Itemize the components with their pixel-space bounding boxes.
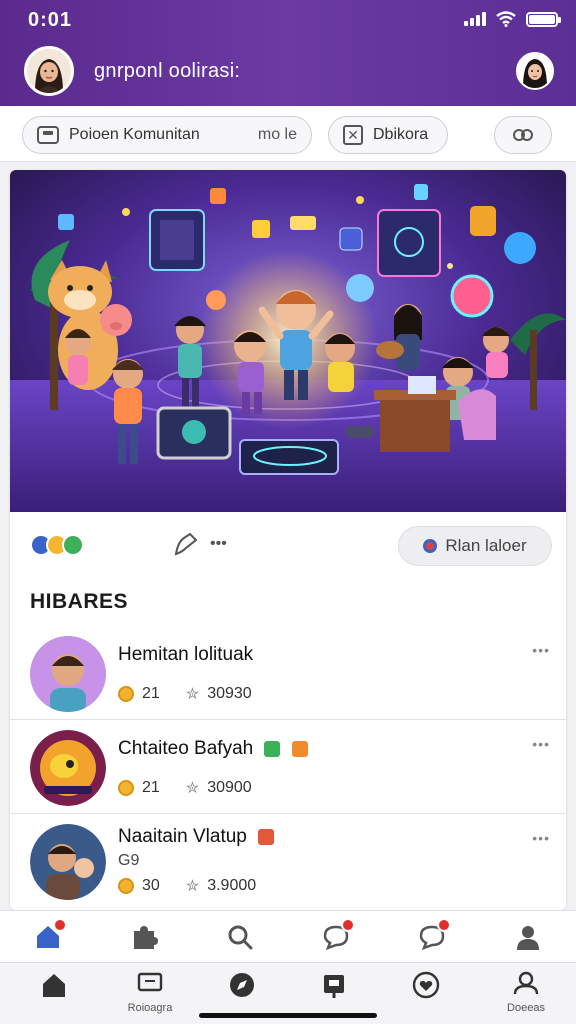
- person-icon: [513, 971, 539, 995]
- dock-program-label: Roioagra: [127, 1002, 173, 1014]
- item-title: Naaitain Vlatup: [118, 826, 275, 848]
- wifi-icon: [496, 11, 516, 27]
- signal-icon: [464, 12, 486, 26]
- battery-icon: [526, 11, 561, 27]
- dock-favorites[interactable]: [386, 971, 466, 1006]
- coin-icon: [118, 686, 134, 702]
- category-chip[interactable]: ✕ Dbikora: [328, 116, 448, 154]
- home-indicator[interactable]: [199, 1013, 377, 1018]
- share-dots: •••: [210, 535, 227, 552]
- more-icon[interactable]: •••: [532, 736, 550, 752]
- item-title: Hemitan lolituak: [118, 644, 254, 665]
- item-title-text: Chtaiteo Bafyah: [118, 738, 254, 759]
- join-button[interactable]: Rlan laloer: [398, 526, 552, 566]
- page-title: gnrponl oolirasi:: [94, 60, 241, 82]
- reaction-summary[interactable]: [30, 534, 84, 556]
- section-title: HIBARES: [30, 590, 129, 613]
- list-item[interactable]: Hemitan lolituak 21 ✮ 30930 •••: [10, 626, 566, 720]
- tab-messages[interactable]: [415, 917, 451, 954]
- item-avatar: [30, 636, 106, 712]
- dock-home[interactable]: [14, 971, 94, 1006]
- dock-program[interactable]: Roioagra: [110, 971, 190, 1014]
- person-icon: [517, 925, 539, 950]
- status-icons: [464, 11, 561, 27]
- secondary-avatar[interactable]: [516, 52, 554, 90]
- profile-avatar[interactable]: [24, 46, 74, 96]
- red-tag-icon: [258, 828, 275, 845]
- home-badge: [53, 917, 67, 932]
- item-subtitle: G9: [118, 852, 140, 869]
- tab-home[interactable]: [31, 917, 67, 954]
- record-icon: [423, 539, 438, 553]
- orange-tag-icon: [291, 740, 308, 757]
- item-stats: 30 ✮ 3.9000: [118, 876, 256, 896]
- puzzle-icon: [134, 925, 158, 949]
- share-action[interactable]: •••: [172, 530, 227, 558]
- green-tag-icon: [264, 740, 281, 757]
- dock-profile[interactable]: Doeeas: [486, 971, 566, 1014]
- star-icon: ✮: [185, 878, 200, 895]
- item-avatar: [30, 824, 106, 900]
- tab-puzzle[interactable]: [127, 920, 161, 954]
- search-icon: [228, 925, 253, 949]
- post-actions: ••• Rlan laloer: [10, 512, 566, 578]
- reaction-green-icon: [62, 534, 84, 556]
- tab-chat[interactable]: [319, 917, 355, 954]
- compass-icon: [230, 973, 254, 997]
- home-icon: [43, 974, 65, 997]
- coin-count: 21: [142, 779, 160, 796]
- list-item[interactable]: Naaitain Vlatup G9 30 ✮ 3.9000 •••: [10, 814, 566, 908]
- star-count: 3.9000: [207, 877, 257, 894]
- item-stats: 21 ✮ 30930: [118, 684, 252, 704]
- join-button-label: Rlan laloer: [445, 536, 527, 555]
- status-time: 0:01: [28, 9, 73, 31]
- close-box-icon: ✕: [343, 125, 363, 145]
- star-count: 30900: [207, 779, 252, 796]
- tab-profile[interactable]: [511, 920, 545, 954]
- coin-count: 30: [142, 877, 160, 894]
- heart-icon: [412, 971, 440, 999]
- card-icon: [37, 126, 59, 144]
- share-icon: [174, 532, 198, 556]
- filter-chips: Poioen Komunitan mo le ✕ Dbikora: [0, 106, 576, 162]
- chat-badge: [341, 917, 355, 932]
- app-header: 0:01 gnrponl oolirasi:: [0, 0, 576, 106]
- more-icon[interactable]: •••: [532, 642, 550, 658]
- star-icon: ✮: [185, 686, 200, 703]
- coin-count: 21: [142, 685, 160, 702]
- tab-search[interactable]: [223, 920, 257, 954]
- dock-profile-label: Doeeas: [507, 1002, 545, 1014]
- category-chip-label: Dbikora: [373, 126, 429, 143]
- star-icon: ✮: [185, 780, 200, 797]
- star-count: 30930: [207, 685, 252, 702]
- bottom-dock: Roioagra Doeeas: [0, 962, 576, 1024]
- dock-compass[interactable]: [202, 971, 282, 1006]
- messages-badge: [437, 917, 451, 932]
- item-title-text: Naaitain Vlatup: [118, 826, 247, 847]
- post-card: ••• Rlan laloer HIBARES Hemitan lolituak…: [10, 170, 566, 910]
- community-chip-trailing: mo le: [257, 126, 297, 143]
- item-title: Chtaiteo Bafyah: [118, 738, 308, 760]
- more-icon[interactable]: •••: [532, 830, 550, 846]
- coin-icon: [118, 878, 134, 894]
- list-item[interactable]: Chtaiteo Bafyah 21 ✮ 30900 •••: [10, 720, 566, 814]
- extra-chip[interactable]: [494, 116, 552, 154]
- link-icon: [513, 129, 533, 141]
- item-avatar: [30, 730, 106, 806]
- coin-icon: [118, 780, 134, 796]
- item-stats: 21 ✮ 30900: [118, 778, 252, 798]
- app-tab-bar: [0, 910, 576, 962]
- screen-icon: [137, 972, 163, 992]
- community-chip-label: Poioen Komunitan: [69, 126, 200, 143]
- community-chip[interactable]: Poioen Komunitan mo le: [22, 116, 312, 154]
- dock-store[interactable]: [294, 971, 374, 1006]
- store-icon: [324, 975, 344, 998]
- hero-illustration[interactable]: [10, 170, 566, 512]
